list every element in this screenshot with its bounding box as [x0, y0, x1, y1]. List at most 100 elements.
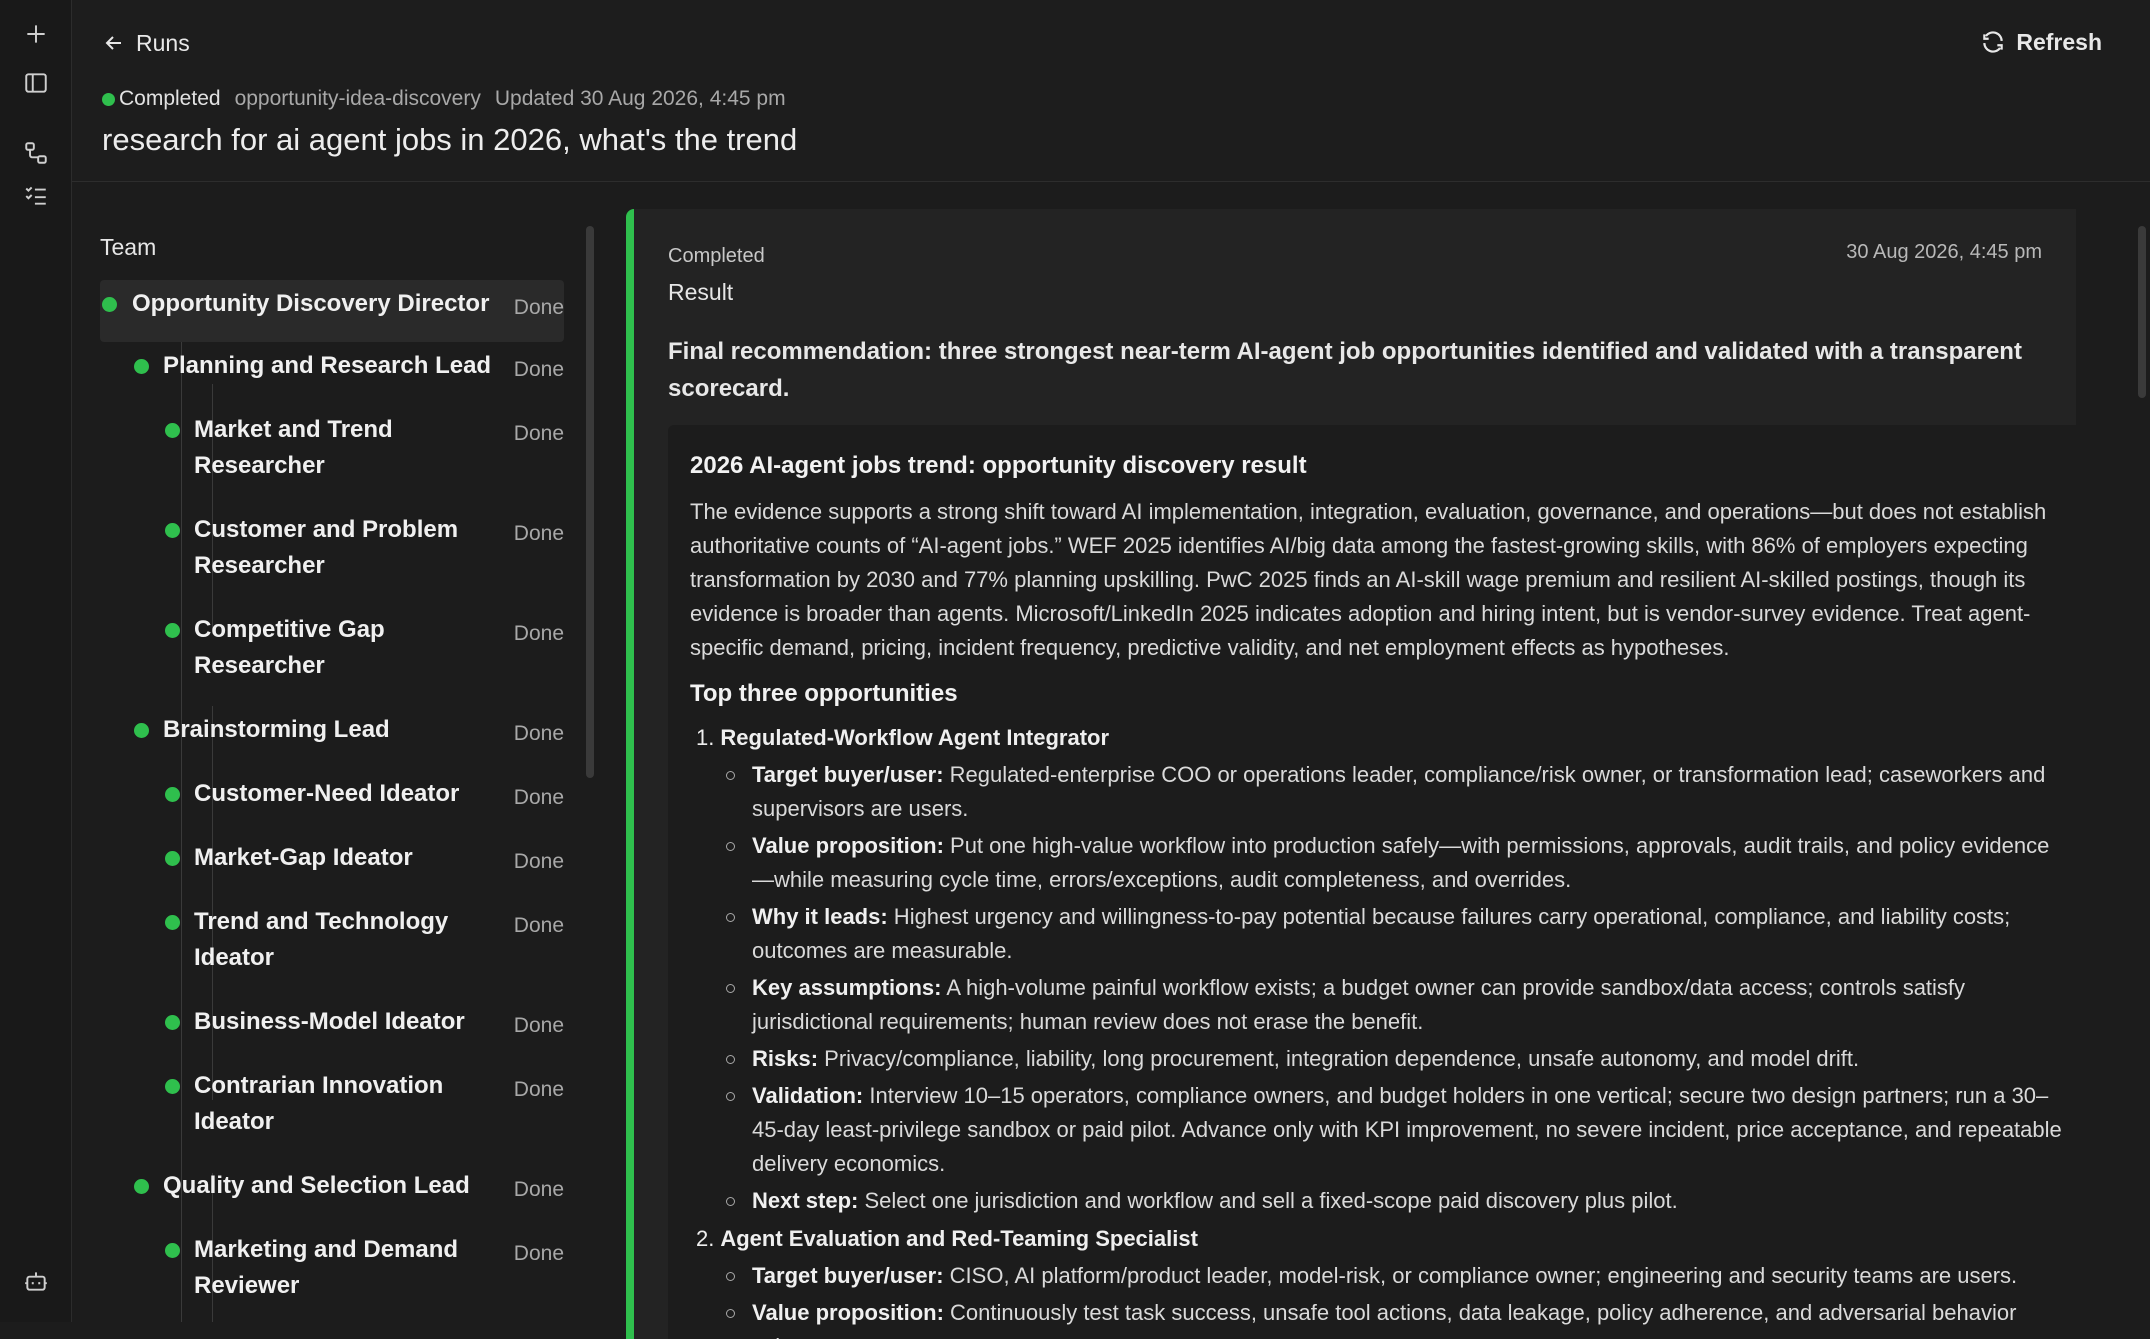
- list-item: Target buyer/user: CISO, AI platform/pro…: [724, 1259, 2064, 1293]
- list-item: Value proposition: Continuously test tas…: [724, 1296, 2064, 1339]
- status-dot-icon: [134, 359, 149, 374]
- refresh-icon: [1983, 31, 2004, 53]
- team-member-business-model-ideator[interactable]: Business-Model Ideator Done: [100, 998, 564, 1062]
- status-dot-icon: [165, 623, 180, 638]
- opportunity-title: 1. Regulated-Workflow Agent Integrator: [696, 721, 2064, 755]
- back-label: Runs: [136, 29, 190, 56]
- opportunity-name: Agent Evaluation and Red-Teaming Special…: [720, 1226, 1198, 1251]
- bullet-label: Value proposition:: [752, 1300, 944, 1325]
- team-member-contrarian-innovation-ideator[interactable]: Contrarian Innovation Ideator Done: [100, 1062, 564, 1162]
- arrow-left-icon: [105, 36, 121, 50]
- team-member-trend-technology-ideator[interactable]: Trend and Technology Ideator Done: [100, 898, 564, 998]
- member-name: Customer and Problem Researcher: [194, 516, 459, 579]
- bullet-text: Privacy/compliance, liability, long proc…: [818, 1046, 1860, 1071]
- team-member-marketing-demand-reviewer[interactable]: Marketing and Demand Reviewer Done: [100, 1226, 564, 1322]
- bullet-label: Value proposition:: [752, 833, 944, 858]
- member-state: Done: [513, 1078, 564, 1101]
- bullet-label: Key assumptions:: [752, 975, 942, 1000]
- member-name: Brainstorming Lead: [163, 716, 390, 743]
- bullet-label: Risks:: [752, 1046, 819, 1071]
- member-state: Done: [513, 358, 564, 381]
- run-status: Completed: [119, 87, 221, 110]
- result-timestamp: 30 Aug 2026, 4:45 pm: [1846, 241, 2042, 263]
- team-member-brainstorming-lead[interactable]: Brainstorming Lead Done: [100, 706, 564, 770]
- run-header: Runs Refresh Completed opportunity-idea-…: [72, 0, 2150, 182]
- team-member-list: Opportunity Discovery Director Done Plan…: [100, 280, 592, 1322]
- status-dot-icon: [165, 851, 180, 866]
- checklist-icon[interactable]: [18, 177, 54, 213]
- team-heading: Team: [100, 234, 157, 260]
- member-state: Done: [513, 422, 564, 445]
- list-item: Target buyer/user: Regulated-enterprise …: [724, 758, 2064, 826]
- status-dot-icon: [165, 915, 180, 930]
- team-member-competitive-gap-researcher[interactable]: Competitive Gap Researcher Done: [100, 606, 564, 706]
- bullet-text: Interview 10–15 operators, compliance ow…: [752, 1083, 2062, 1176]
- run-meta: Completed opportunity-idea-discovery Upd…: [102, 84, 786, 114]
- member-name: Quality and Selection Lead: [163, 1172, 470, 1199]
- back-to-runs-link[interactable]: Runs: [102, 26, 190, 60]
- member-state: Done: [513, 786, 564, 809]
- team-member-quality-selection-lead[interactable]: Quality and Selection Lead Done: [100, 1162, 564, 1226]
- result-document: 2026 AI-agent jobs trend: opportunity di…: [668, 425, 2076, 1339]
- list-item: Validation: Interview 10–15 operators, c…: [724, 1079, 2064, 1181]
- bullet-label: Target buyer/user:: [752, 762, 944, 787]
- opportunity-details: Target buyer/user: CISO, AI platform/pro…: [724, 1259, 2064, 1339]
- sidebar-toggle-icon[interactable]: [18, 65, 54, 101]
- team-member-market-trend-researcher[interactable]: Market and Trend Researcher Done: [100, 406, 564, 506]
- status-dot-icon: [165, 1243, 180, 1258]
- member-name: Business-Model Ideator: [194, 1008, 465, 1035]
- opportunity-item: 2. Agent Evaluation and Red-Teaming Speci…: [696, 1222, 2064, 1339]
- list-item: Why it leads: Highest urgency and willin…: [724, 900, 2064, 968]
- result-card: Completed Result 30 Aug 2026, 4:45 pm Fi…: [626, 209, 2076, 1339]
- bullet-text: Regulated-enterprise COO or operations l…: [752, 762, 2046, 821]
- list-item: Key assumptions: A high-volume painful w…: [724, 971, 2064, 1039]
- plus-icon[interactable]: [18, 16, 54, 52]
- team-scrollbar[interactable]: [586, 226, 594, 778]
- opportunity-number: 1.: [696, 725, 715, 750]
- status-dot-icon: [165, 523, 180, 538]
- member-state: Done: [513, 1014, 564, 1037]
- opportunity-details: Target buyer/user: Regulated-enterprise …: [724, 758, 2064, 1218]
- bullet-label: Validation:: [752, 1083, 864, 1108]
- bullet-label: Target buyer/user:: [752, 1263, 944, 1288]
- member-state: Done: [513, 1178, 564, 1201]
- member-state: Done: [513, 914, 564, 937]
- main-scrollbar[interactable]: [2138, 226, 2146, 398]
- team-member-market-gap-ideator[interactable]: Market-Gap Ideator Done: [100, 834, 564, 898]
- bullet-text: Select one jurisdiction and workflow and…: [858, 1188, 1678, 1213]
- status-dot-icon: [134, 1179, 149, 1194]
- workflow-icon[interactable]: [18, 135, 54, 171]
- updated-timestamp: Updated 30 Aug 2026, 4:45 pm: [494, 87, 786, 110]
- member-state: Done: [513, 722, 564, 745]
- member-name: Contrarian Innovation Ideator: [194, 1072, 444, 1135]
- status-dot-icon: [165, 1079, 180, 1094]
- member-name: Market-Gap Ideator: [194, 844, 413, 871]
- status-dot-icon: [134, 723, 149, 738]
- member-name: Marketing and Demand Reviewer: [194, 1236, 459, 1299]
- member-state: Done: [513, 850, 564, 873]
- team-member-director[interactable]: Opportunity Discovery Director Done: [100, 280, 564, 342]
- refresh-button[interactable]: Refresh: [1980, 24, 2102, 60]
- bullet-label: Next step:: [752, 1188, 859, 1213]
- opportunity-number: 2.: [696, 1226, 715, 1251]
- bullet-text: Highest urgency and willingness-to-pay p…: [752, 904, 2011, 963]
- member-name: Trend and Technology Ideator: [194, 908, 449, 971]
- member-name: Competitive Gap Researcher: [194, 616, 385, 679]
- result-summary: Final recommendation: three strongest ne…: [668, 338, 2022, 402]
- team-panel: Team Opportunity Discovery Director Done…: [72, 206, 592, 1322]
- team-member-customer-need-ideator[interactable]: Customer-Need Ideator Done: [100, 770, 564, 834]
- team-member-customer-problem-researcher[interactable]: Customer and Problem Researcher Done: [100, 506, 564, 606]
- list-item: Risks: Privacy/compliance, liability, lo…: [724, 1042, 2064, 1076]
- member-state: Done: [513, 1242, 564, 1265]
- member-state: Done: [513, 622, 564, 645]
- document-heading: 2026 AI-agent jobs trend: opportunity di…: [690, 452, 1307, 479]
- document-intro: The evidence supports a strong shift tow…: [690, 499, 2047, 660]
- member-name: Market and Trend Researcher: [194, 416, 393, 479]
- opportunity-item: 1. Regulated-Workflow Agent Integrator Ta…: [696, 721, 2064, 1218]
- team-member-planning-lead[interactable]: Planning and Research Lead Done: [100, 342, 564, 406]
- member-name: Customer-Need Ideator: [194, 780, 460, 807]
- status-dot-icon: [165, 1015, 180, 1030]
- robot-icon[interactable]: [18, 1263, 54, 1299]
- status-dot-icon: [165, 423, 180, 438]
- bullet-text: Put one high-value workflow into product…: [752, 833, 2050, 892]
